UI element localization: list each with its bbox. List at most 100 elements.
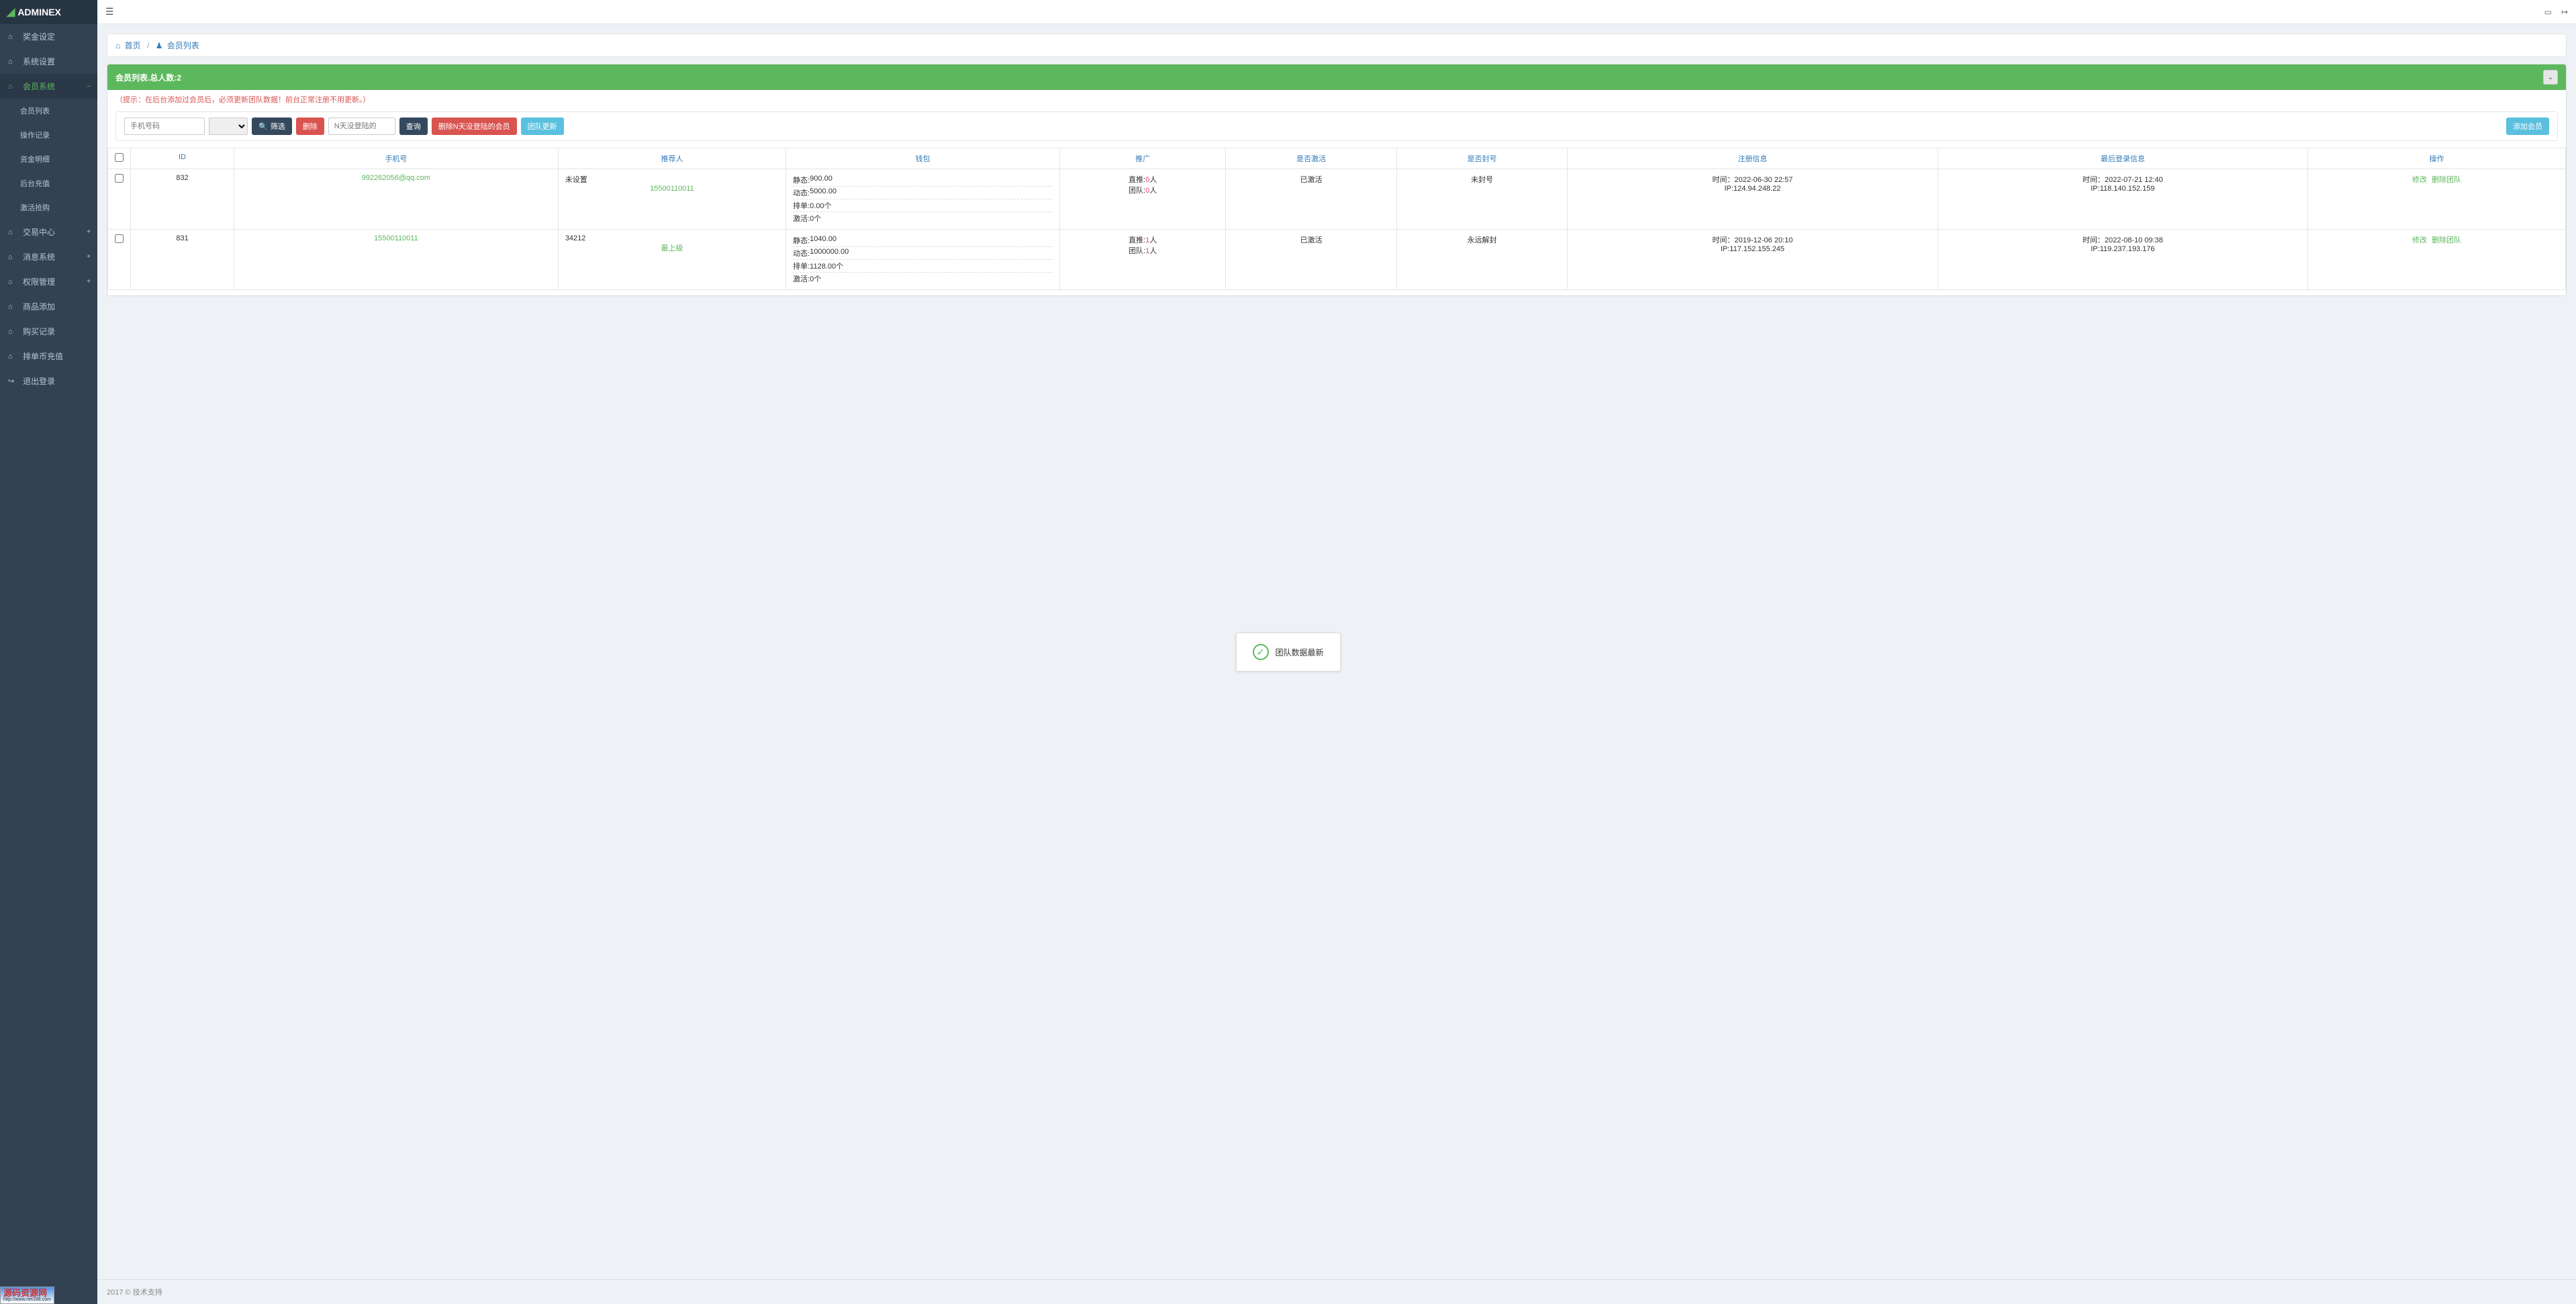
breadcrumb-sep: /	[147, 41, 149, 50]
nav-item[interactable]: ⌂交易中心+	[0, 220, 97, 244]
nav-icon: ⌂	[8, 58, 17, 66]
breadcrumb: ⌂ 首页 / ♟ 会员列表	[107, 34, 2567, 57]
row-checkbox[interactable]	[115, 234, 124, 243]
cell-activated: 已激活	[1226, 230, 1396, 290]
delete-button[interactable]: 删除	[296, 118, 324, 135]
referrer-link[interactable]: 最上级	[661, 244, 683, 252]
cell-activated: 已激活	[1226, 169, 1396, 230]
promo-line: 直推:0人	[1067, 174, 1219, 185]
op-link[interactable]: 删除团队	[2432, 236, 2461, 244]
topbar: ☰ ▭ ↦	[97, 0, 2576, 24]
logo: ◢ ADMINEX	[0, 0, 97, 24]
cell-banned: 永远解封	[1396, 230, 1567, 290]
nav-label: 奖金设定	[23, 31, 55, 42]
wallet-line: 激活:0个	[793, 273, 1053, 285]
nav-item[interactable]: ⌂权限管理+	[0, 269, 97, 294]
collapse-button[interactable]: ⌄	[2543, 70, 2558, 85]
cell-phone: 15500110011	[234, 230, 559, 290]
nav-item[interactable]: ⌂ 排单币充值	[0, 344, 97, 369]
nologin-input[interactable]	[328, 118, 395, 135]
sub-nav-item[interactable]: 操作记录	[0, 123, 97, 147]
breadcrumb-current[interactable]: 会员列表	[167, 41, 199, 50]
op-link[interactable]: 删除团队	[2432, 176, 2461, 184]
sidebar: ◢ ADMINEX ⌂ 奖金设定 ⌂ 系统设置 ⌂会员系统–会员列表操作记录资金明细后台…	[0, 0, 97, 1304]
table-header: 推荐人	[558, 148, 785, 169]
nav-label: 消息系统	[23, 251, 55, 263]
toolbar: 🔍筛选 删除 查询 删除N天没登陆的会员 团队更新 添加会员	[115, 111, 2558, 141]
breadcrumb-home[interactable]: 首页	[125, 41, 141, 50]
notify-text: 团队数据最新	[1275, 647, 1323, 658]
nav-item[interactable]: ⌂消息系统+	[0, 244, 97, 269]
sub-nav-item[interactable]: 激活抢购	[0, 195, 97, 220]
row-checkbox[interactable]	[115, 174, 124, 183]
add-member-button[interactable]: 添加会员	[2506, 118, 2549, 135]
phone-link[interactable]: 15500110011	[374, 234, 418, 242]
op-link[interactable]: 修改	[2412, 176, 2427, 184]
table-header: 是否封号	[1396, 148, 1567, 169]
nav-item[interactable]: ⌂购买记录	[0, 319, 97, 344]
referrer-link[interactable]: 15500110011	[650, 185, 694, 193]
sub-nav-item[interactable]: 后台充值	[0, 171, 97, 195]
promo-line: 团队:1人	[1067, 245, 1219, 256]
table-row: 8311550011001134212最上级静态:1040.00动态:10000…	[108, 230, 2566, 290]
nav-icon: ⌂	[8, 303, 17, 311]
table-header: 推广	[1059, 148, 1225, 169]
table-header: 注册信息	[1568, 148, 1938, 169]
nav: ⌂ 奖金设定 ⌂ 系统设置 ⌂会员系统–会员列表操作记录资金明细后台充值激活抢购⌂交易中…	[0, 24, 97, 393]
cell-banned: 未封号	[1396, 169, 1567, 230]
topbar-right: ▭ ↦	[2544, 7, 2568, 17]
sub-nav-item[interactable]: 资金明细	[0, 147, 97, 171]
wallet-line: 激活:0个	[793, 212, 1053, 224]
nav-label: 权限管理	[23, 276, 55, 287]
phone-link[interactable]: 992262056@qq.com	[362, 174, 430, 182]
table-header-row: ID手机号推荐人钱包推广是否激活是否封号注册信息最后登录信息操作	[108, 148, 2566, 169]
laptop-icon[interactable]: ▭	[2544, 7, 2552, 17]
nav-label: 系统设置	[23, 56, 55, 67]
query-button[interactable]: 查询	[399, 118, 428, 135]
cell-ops: 修改 删除团队	[2308, 230, 2566, 290]
nav-icon: ⌂	[8, 328, 17, 336]
filter-select[interactable]	[209, 118, 248, 135]
nav-icon: ⌂	[8, 33, 17, 41]
expand-icon: +	[87, 278, 91, 285]
nav-item[interactable]: ⌂商品添加	[0, 294, 97, 319]
filter-button[interactable]: 🔍筛选	[252, 118, 292, 135]
table-header: 操作	[2308, 148, 2566, 169]
nav-item[interactable]: ⌂会员系统–	[0, 74, 97, 99]
table-header	[108, 148, 131, 169]
phone-input[interactable]	[124, 118, 205, 135]
cell-last-login: 时间：2022-08-10 09:38IP:119.237.193.176	[1938, 230, 2307, 290]
footer: 2017 © 技术支持	[97, 1279, 2576, 1304]
home-icon: ⌂	[115, 41, 120, 50]
promo-line: 团队:0人	[1067, 185, 1219, 195]
cell-id: 832	[131, 169, 234, 230]
delete-n-button[interactable]: 删除N天没登陆的会员	[432, 118, 517, 135]
op-link[interactable]: 修改	[2412, 236, 2427, 244]
cell-promo: 直推:0人团队:0人	[1059, 169, 1225, 230]
nav-item[interactable]: ⌂ 奖金设定	[0, 24, 97, 49]
cell-register: 时间：2019-12-06 20:10IP:117.152.155.245	[1568, 230, 1938, 290]
sub-nav-item[interactable]: 会员列表	[0, 99, 97, 123]
nav-icon: ↪	[8, 377, 17, 385]
expand-icon: +	[87, 253, 91, 261]
nav-icon: ⌂	[8, 353, 17, 361]
table-header: 手机号	[234, 148, 559, 169]
cell-register: 时间：2022-06-30 22:57IP:124.94.248.22	[1568, 169, 1938, 230]
select-all-checkbox[interactable]	[115, 153, 124, 162]
user-icon: ♟	[156, 41, 163, 50]
panel-title: 会员列表.总人数:2	[115, 72, 181, 83]
cell-wallet: 静态:1040.00动态:1000000.00排单:1128.00个激活:0个	[786, 230, 1060, 290]
team-update-button[interactable]: 团队更新	[521, 118, 564, 135]
hamburger-icon[interactable]: ☰	[105, 6, 114, 17]
nav-item[interactable]: ⌂ 系统设置	[0, 49, 97, 74]
cell-referrer: 34212最上级	[558, 230, 785, 290]
cell-wallet: 静态:900.00动态:5000.00排单:0.00个激活:0个	[786, 169, 1060, 230]
expand-icon: –	[87, 83, 91, 90]
nav-item[interactable]: ↪退出登录	[0, 369, 97, 393]
check-icon: ✓	[1252, 644, 1268, 660]
nav-icon: ⌂	[8, 83, 17, 91]
nav-label: 排单币充值	[23, 351, 63, 362]
search-icon: 🔍	[258, 122, 268, 131]
logout-icon[interactable]: ↦	[2561, 7, 2568, 17]
panel: 会员列表.总人数:2 ⌄ （提示：在后台添加过会员后，必须更新团队数据！前台正常…	[107, 64, 2567, 296]
